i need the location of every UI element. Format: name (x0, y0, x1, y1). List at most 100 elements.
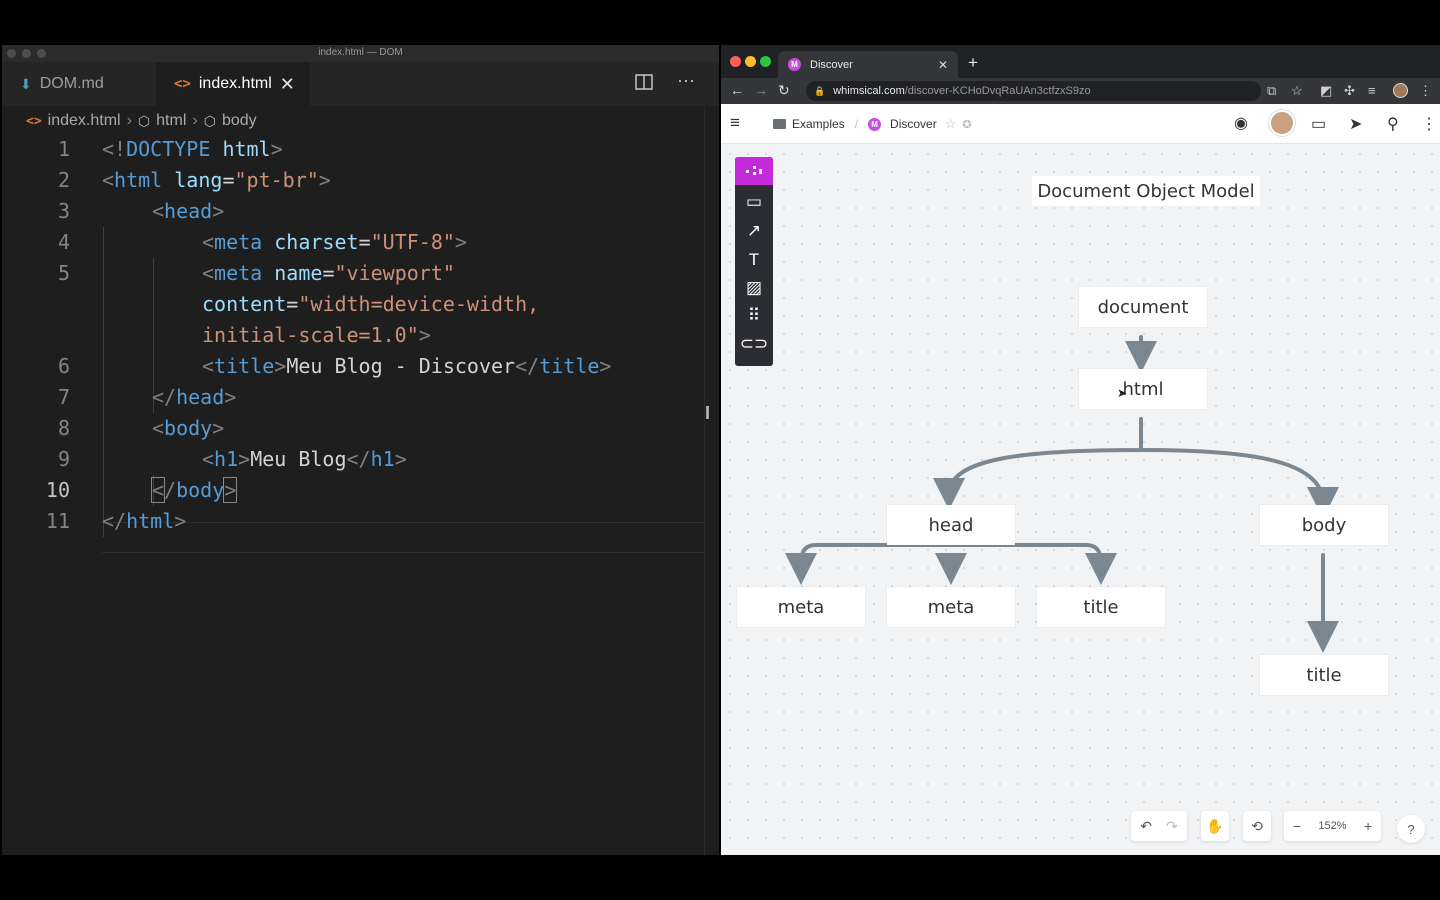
code-line: <h1>Meu Blog</h1> (202, 447, 407, 471)
code-line: <title>Meu Blog - Discover</title> (202, 354, 612, 378)
code-line: <head> (152, 199, 225, 223)
verified-badge-icon: ✪ (962, 118, 972, 131)
history-icon[interactable]: ⟲ (1243, 811, 1271, 841)
code-line: <!DOCTYPE html> (102, 137, 283, 161)
code-line-wrapped: content="width=device-width, (202, 292, 540, 316)
node-meta-2[interactable]: meta (887, 587, 1015, 627)
minimize-window-button[interactable] (745, 56, 756, 67)
zoom-out-icon[interactable]: − (1293, 818, 1301, 834)
undo-icon[interactable]: ↶ (1140, 818, 1152, 835)
redo-icon[interactable]: ↷ (1166, 818, 1178, 835)
edge-html-head (933, 417, 1143, 510)
tab-label: index.html (198, 75, 272, 92)
extension-icon[interactable]: ◩ (1320, 83, 1332, 99)
whimsical-logo-icon: M (868, 117, 882, 131)
code-line: <html lang="pt-br"> (102, 168, 331, 192)
diagram-canvas[interactable]: ▭ ↗ T ▨ ⠿ ⊂⊃ Document Object Model docum… (721, 145, 1440, 855)
edge-head-meta1 (785, 543, 953, 585)
breadcrumb-separator: / (854, 117, 859, 131)
url-host: whimsical.com (833, 85, 905, 97)
forward-arrow-icon[interactable]: → (754, 82, 768, 98)
code-line: </html> (102, 509, 187, 533)
undo-redo-group: ↶ ↷ (1131, 811, 1187, 841)
whimsical-logo-icon: M (788, 58, 801, 71)
back-arrow-icon[interactable]: ← (730, 82, 744, 98)
diagram-connectors (785, 335, 1339, 653)
bookmark-star-icon[interactable]: ☆ (1291, 83, 1303, 99)
more-options-icon[interactable]: ⋮ (1421, 114, 1437, 134)
new-tab-icon[interactable]: + (968, 53, 978, 73)
presence-icon[interactable]: ◉ (1234, 113, 1248, 133)
more-actions-icon[interactable]: ··· (677, 70, 695, 91)
node-body[interactable]: body (1260, 505, 1388, 545)
zoom-window-button[interactable] (760, 56, 771, 67)
sidebar-toggle-icon[interactable]: ≡ (730, 113, 740, 133)
breadcrumb: Examples / M Discover ☆ ✪ (773, 116, 972, 132)
media-queue-icon[interactable]: ≡ (1368, 83, 1376, 98)
share-send-icon[interactable]: ➤ (1349, 114, 1362, 134)
node-head[interactable]: head (887, 505, 1015, 545)
code-line: </head> (152, 385, 237, 409)
tab-dom-md[interactable]: ⬇ DOM.md (2, 62, 156, 106)
breadcrumb-folder[interactable]: Examples (792, 117, 845, 131)
editor-tab-bar: ⬇ DOM.md <> index.html ✕ ··· (2, 62, 719, 106)
html-file-icon: <> (26, 113, 42, 129)
search-icon[interactable]: ⚲ (1387, 114, 1399, 134)
edge-html-body (1139, 448, 1339, 519)
help-button[interactable]: ? (1397, 815, 1425, 843)
zoom-level[interactable]: 152% (1318, 820, 1346, 832)
chevron-right-icon: › (126, 112, 132, 129)
text-cursor-icon: I (705, 403, 711, 423)
avatar[interactable] (1269, 110, 1295, 136)
breadcrumb-body[interactable]: body (222, 112, 257, 130)
element-cube-icon: ⬡ (203, 112, 216, 129)
node-meta-1[interactable]: meta (737, 587, 865, 627)
zoom-in-icon[interactable]: + (1364, 818, 1372, 834)
hand-tool-icon[interactable]: ✋ (1201, 811, 1229, 841)
zoom-control: − 152% + (1284, 811, 1381, 841)
browser-tab-title: Discover (810, 58, 853, 71)
node-document[interactable]: document (1079, 287, 1207, 327)
editor-titlebar: index.html — DOM (2, 45, 719, 62)
reload-icon[interactable]: ↻ (778, 82, 790, 99)
code-line: <meta name="viewport" (202, 261, 455, 285)
breadcrumb-file[interactable]: index.html (48, 112, 121, 130)
code-area[interactable]: 1 2 3 4 5 6 7 8 9 10 11 <!DOCTYPE html> … (2, 134, 719, 574)
node-title-head[interactable]: title (1037, 587, 1165, 627)
node-html[interactable]: html (1079, 369, 1207, 409)
folder-icon (773, 119, 786, 129)
tab-index-html[interactable]: <> index.html ✕ (156, 62, 310, 106)
node-title-body[interactable]: title (1260, 655, 1388, 695)
element-cube-icon: ⬡ (137, 112, 151, 129)
split-editor-icon[interactable] (635, 74, 653, 95)
puzzle-extensions-icon[interactable]: ✣ (1344, 83, 1355, 99)
browser-menu-icon[interactable]: ⋮ (1419, 83, 1432, 99)
open-external-icon[interactable]: ⧉ (1267, 83, 1276, 99)
lock-icon: 🔒 (814, 85, 826, 96)
breadcrumb-html[interactable]: html (156, 112, 186, 130)
close-tab-icon[interactable]: ✕ (938, 58, 948, 72)
url-path: /discover-KCHoDvqRaUAn3ctfzxS9zo (904, 85, 1091, 97)
chevron-right-icon: › (192, 112, 198, 129)
breadcrumb: <> index.html › ⬡ html › ⬡ body (2, 106, 719, 136)
code-line: <meta charset="UTF-8"> (202, 230, 467, 254)
close-window-button[interactable] (730, 56, 741, 67)
browser-tab[interactable]: M Discover ✕ (778, 51, 958, 78)
comments-icon[interactable]: ▭ (1311, 114, 1326, 134)
address-bar-row: ← → ↻ 🔒 whimsical.com/discover-KCHoDvqRa… (721, 78, 1440, 104)
whimsical-toolbar: ≡ Examples / M Discover ☆ ✪ ◉ ▭ ➤ ⚲ ⋮ (721, 104, 1440, 144)
browser-window: M Discover ✕ + ← → ↻ 🔒 whimsical.com/dis… (721, 45, 1440, 855)
favorite-star-icon[interactable]: ☆ (945, 116, 957, 132)
profile-avatar[interactable] (1393, 83, 1408, 98)
mouse-cursor-icon: ➤ (1117, 386, 1128, 400)
code-editor-window: index.html — DOM ⬇ DOM.md <> index.html … (2, 45, 719, 855)
breadcrumb-document[interactable]: Discover (890, 117, 937, 131)
editor-scrollbar[interactable] (704, 106, 719, 855)
html-icon: <> (174, 76, 191, 92)
url-bar[interactable]: 🔒 whimsical.com/discover-KCHoDvqRaUAn3ct… (806, 81, 1261, 101)
window-title: index.html — DOM (318, 47, 403, 58)
code-line-current: </body> (150, 477, 238, 503)
markdown-icon: ⬇ (20, 75, 32, 92)
tab-label: DOM.md (39, 75, 104, 92)
close-tab-icon[interactable]: ✕ (280, 74, 295, 95)
